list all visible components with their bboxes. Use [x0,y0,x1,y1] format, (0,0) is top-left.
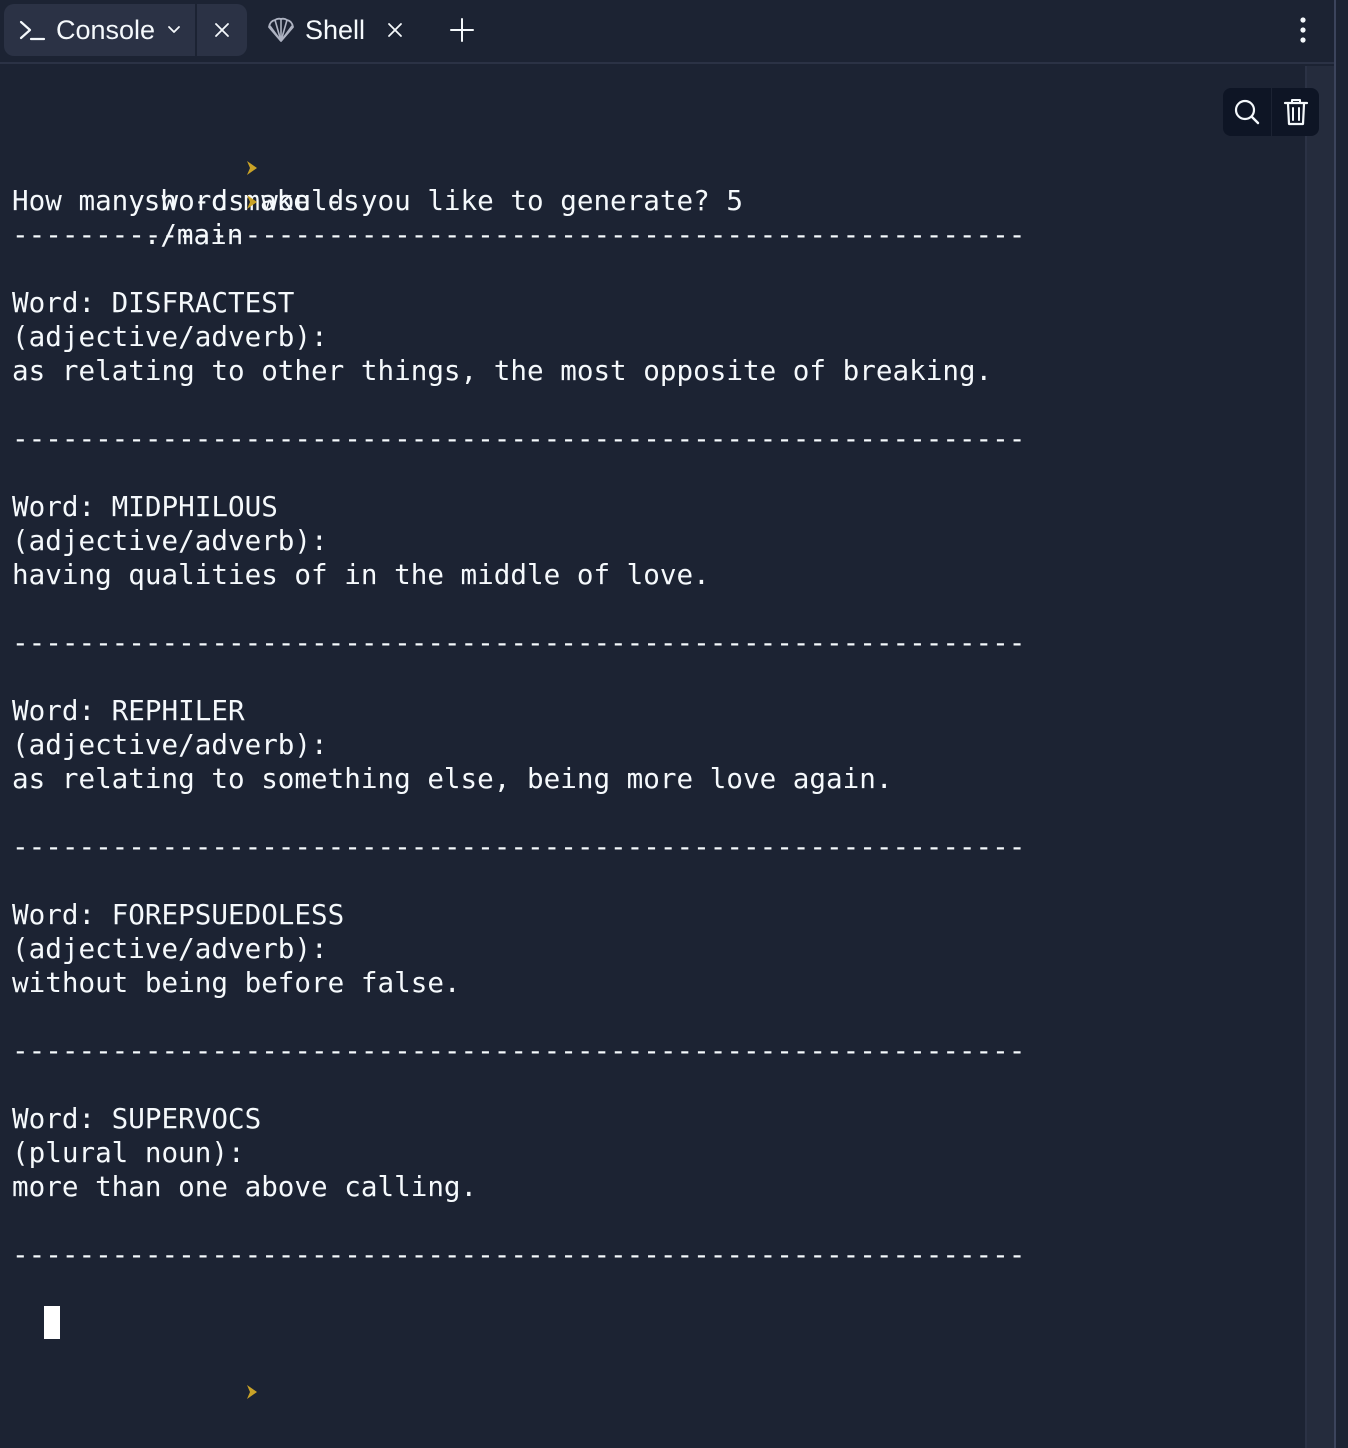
separator-line: ----------------------------------------… [12,626,1026,659]
close-icon[interactable] [214,22,230,38]
trash-icon[interactable] [1283,97,1309,127]
tab-shell[interactable]: Shell [260,4,420,56]
chevron-down-icon[interactable] [167,25,181,35]
more-vertical-icon[interactable] [1299,16,1307,44]
command-line: sh -c make -s [12,82,360,217]
separator-line: ----------------------------------------… [12,830,1026,863]
word-line: Word: FOREPSUEDOLESS [12,898,345,931]
input-prompt-line[interactable] [12,1306,257,1399]
question-line: How many words would you like to generat… [12,184,743,217]
separator-line: ----------------------------------------… [12,1238,1026,1271]
terminal-output[interactable]: sh -c make -s ./main How many words woul… [0,66,1304,1448]
window-right-edge [1334,0,1348,1448]
terminal-scrollbar[interactable] [1305,66,1334,1448]
add-tab-button[interactable] [440,6,484,54]
terminal-prompt-icon [18,17,46,43]
prompt-chevron-icon [112,1340,257,1442]
shell-icon [266,16,296,44]
part-of-speech-line: (adjective/adverb): [12,524,328,557]
word-line: Word: MIDPHILOUS [12,490,278,523]
separator-line: ----------------------------------------… [12,422,1026,455]
part-of-speech-line: (adjective/adverb): [12,728,328,761]
shell-close-button[interactable] [387,22,403,38]
definition-line: without being before false. [12,966,461,999]
plus-icon[interactable] [449,17,475,43]
word-line: Word: SUPERVOCS [12,1102,262,1135]
more-options-button[interactable] [1284,6,1322,54]
console-close-button[interactable] [197,4,247,56]
tab-console-label: Console [56,14,156,45]
definition-line: as relating to something else, being mor… [12,762,893,795]
terminal-actions [1223,88,1319,136]
word-line: Word: DISFRACTEST [12,286,295,319]
definition-line: more than one above calling. [12,1170,478,1203]
definition-line: having qualities of in the middle of lov… [12,558,710,591]
word-line: Word: REPHILER [12,694,245,727]
part-of-speech-line: (adjective/adverb): [12,320,328,353]
tab-shell-label: Shell [305,14,366,45]
search-button[interactable] [1223,88,1271,136]
clear-console-button[interactable] [1271,88,1319,136]
text-cursor [44,1306,60,1339]
command-line: ./main [12,116,257,251]
definition-line: as relating to other things, the most op… [12,354,993,387]
tab-bar: Console Shell [0,0,1336,64]
console-tab-main[interactable]: Console [4,4,195,56]
tab-console[interactable]: Console [4,4,247,56]
part-of-speech-line: (plural noun): [12,1136,245,1169]
search-icon[interactable] [1233,98,1261,126]
separator-line: ----------------------------------------… [12,1034,1026,1067]
close-icon [388,23,402,37]
part-of-speech-line: (adjective/adverb): [12,932,328,965]
separator-line: ----------------------------------------… [12,218,1026,251]
replit-console-window: Console Shell sh -c make -s ./main How m… [0,0,1348,1448]
